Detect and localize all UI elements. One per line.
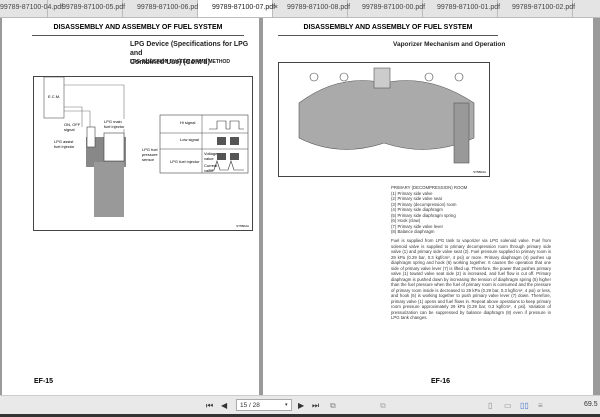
tab-5[interactable]: 99789-87100-00.pdf — [348, 0, 426, 17]
section-title: Vaporizer Mechanism and Operation — [393, 41, 506, 48]
tab-2[interactable]: 99789-87100-06.pdf — [123, 0, 201, 17]
label: Voltage value — [204, 151, 218, 161]
figure-code: ST5B02A — [473, 170, 486, 174]
tab-label: 99789-87100-08.pdf — [287, 4, 351, 11]
last-page-icon[interactable]: ⏭ — [312, 401, 319, 411]
label: ON, OFF signal — [64, 122, 81, 132]
label: Low signal — [180, 137, 199, 142]
continuous-icon[interactable]: ▭ — [504, 401, 512, 410]
injection-diagram: E.C.M. ON, OFF signal LPG assist fuel in… — [33, 76, 253, 231]
figure-code: ST5B02A — [236, 224, 249, 228]
list-item: (8) Balance diaphragm — [391, 229, 435, 234]
tab-7[interactable]: 99789-87100-02.pdf — [498, 0, 576, 17]
label: LPG assist fuel injector — [54, 139, 75, 149]
tab-label: 99789-87100-01.pdf — [437, 4, 501, 11]
tab-6[interactable]: 99789-87100-01.pdf — [423, 0, 501, 17]
vaporizer-diagram-svg — [298, 67, 475, 164]
subtitle: LPG INJECTION SYSTEM DRIVE METHOD — [130, 59, 231, 65]
label: Current value — [204, 163, 218, 173]
zoom-level[interactable]: 69.5 — [584, 401, 598, 408]
page-number: EF-16 — [431, 378, 451, 385]
first-page-icon[interactable]: ⏮ — [206, 401, 213, 411]
tab-label: 99789-87100-00.pdf — [362, 4, 426, 11]
pdf-page-left: DISASSEMBLY AND ASSEMBLY OF FUEL SYSTEM … — [2, 18, 259, 395]
tab-label: 99789-87100-06.pdf — [137, 4, 201, 11]
vaporizer-diagram: ST5B02A — [278, 62, 490, 177]
ecm-label: E.C.M. — [48, 94, 61, 99]
title-line: LPG Device (Specifications for LPG and — [130, 41, 249, 57]
single-page-icon[interactable]: ▯ — [488, 401, 492, 410]
copy-icon[interactable]: ⧉ — [330, 401, 336, 411]
page-header: DISASSEMBLY AND ASSEMBLY OF FUEL SYSTEM — [32, 24, 244, 36]
next-page-icon[interactable]: ▶ — [298, 401, 304, 410]
tab-bar: 99789-87100-04.pdf 99789-87100-05.pdf 9978… — [0, 0, 600, 18]
label: Hi signal — [180, 120, 196, 125]
label: LPG fuel injector — [170, 159, 200, 164]
label: LPG fuel pressure sensor — [142, 147, 158, 162]
tab-4[interactable]: 99789-87100-08.pdf — [273, 0, 351, 17]
tab-0[interactable]: 99789-87100-04.pdf — [0, 0, 63, 17]
bottom-toolbar: ⏮ ◀ 15 / 28 ▾ ▶ ⏭ ⧉ ⧉ ▯ ▭ ▯▯ ≡ 69.5 — [0, 395, 600, 414]
paste-icon[interactable]: ⧉ — [380, 401, 386, 411]
scroll-icon[interactable]: ≡ — [538, 401, 543, 410]
body-text: Fuel is supplied from LPG tank to vapori… — [391, 238, 551, 320]
tab-label: 99789-87100-02.pdf — [512, 4, 576, 11]
pdf-page-right: DISASSEMBLY AND ASSEMBLY OF FUEL SYSTEM … — [263, 18, 593, 395]
main-injector-label: LPG main fuel injector — [104, 119, 128, 129]
tab-label: 99789-87100-07.pdf — [212, 4, 276, 11]
page-value: 15 / 28 — [240, 402, 260, 409]
page-header: DISASSEMBLY AND ASSEMBLY OF FUEL SYSTEM — [278, 24, 498, 36]
parts-list: PRIMARY (DECOMPRESSION) ROOM (1) Primary… — [391, 185, 551, 235]
page-selector[interactable]: 15 / 28 ▾ — [236, 399, 292, 411]
two-page-icon[interactable]: ▯▯ — [520, 401, 529, 410]
tab-3[interactable]: 99789-87100-07.pdf × — [198, 0, 278, 17]
prev-page-icon[interactable]: ◀ — [221, 401, 227, 410]
page-number: EF-15 — [34, 378, 54, 385]
dropdown-arrow-icon[interactable]: ▾ — [285, 402, 288, 408]
tab-label: 99789-87100-05.pdf — [62, 4, 126, 11]
tab-1[interactable]: 99789-87100-05.pdf — [48, 0, 126, 17]
